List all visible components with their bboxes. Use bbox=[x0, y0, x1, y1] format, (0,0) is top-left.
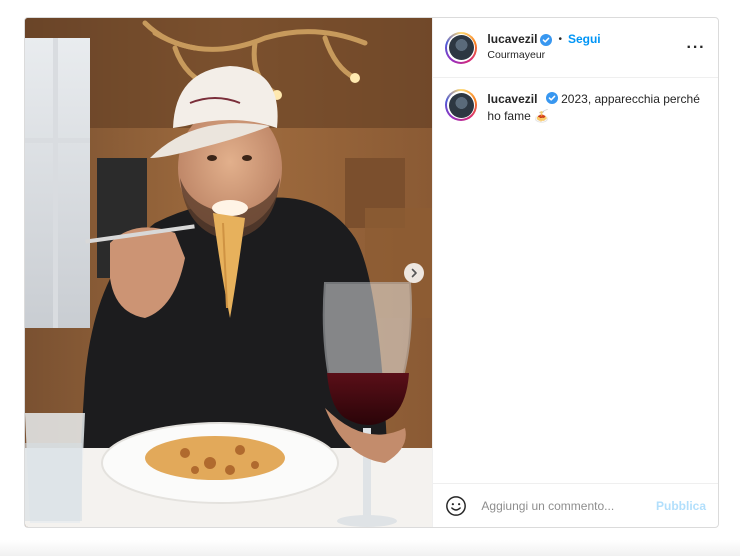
caption-avatar[interactable] bbox=[445, 89, 478, 121]
page-bottom-edge bbox=[0, 540, 740, 556]
chevron-right-icon bbox=[411, 268, 417, 278]
photo-man-eating-pasta bbox=[25, 18, 433, 527]
author-username[interactable]: lucavezil bbox=[487, 32, 537, 47]
emoji-smile-icon[interactable] bbox=[445, 495, 467, 517]
more-options-icon[interactable]: ··· bbox=[684, 39, 708, 57]
post-sidebar: lucavezil • Segui Courmayeur ··· lucavez… bbox=[432, 18, 718, 527]
verified-badge-icon bbox=[545, 92, 558, 104]
avatar[interactable] bbox=[445, 31, 478, 64]
instagram-post: lucavezil • Segui Courmayeur ··· lucavez… bbox=[24, 17, 719, 528]
comment-bar: Pubblica bbox=[433, 483, 718, 527]
post-photo[interactable] bbox=[25, 18, 433, 527]
post-caption: lucavezil 2023, apparecchia perché ho fa… bbox=[433, 78, 718, 136]
comment-input[interactable] bbox=[479, 497, 656, 514]
caption-username[interactable]: lucavezil bbox=[487, 92, 537, 106]
post-location[interactable]: Courmayeur bbox=[487, 49, 684, 62]
publish-button[interactable]: Pubblica bbox=[656, 499, 706, 513]
next-photo-button[interactable] bbox=[404, 263, 424, 283]
post-header: lucavezil • Segui Courmayeur ··· bbox=[433, 18, 718, 78]
follow-button[interactable]: Segui bbox=[568, 32, 601, 47]
separator-dot: • bbox=[558, 33, 562, 45]
verified-badge-icon bbox=[540, 33, 553, 46]
